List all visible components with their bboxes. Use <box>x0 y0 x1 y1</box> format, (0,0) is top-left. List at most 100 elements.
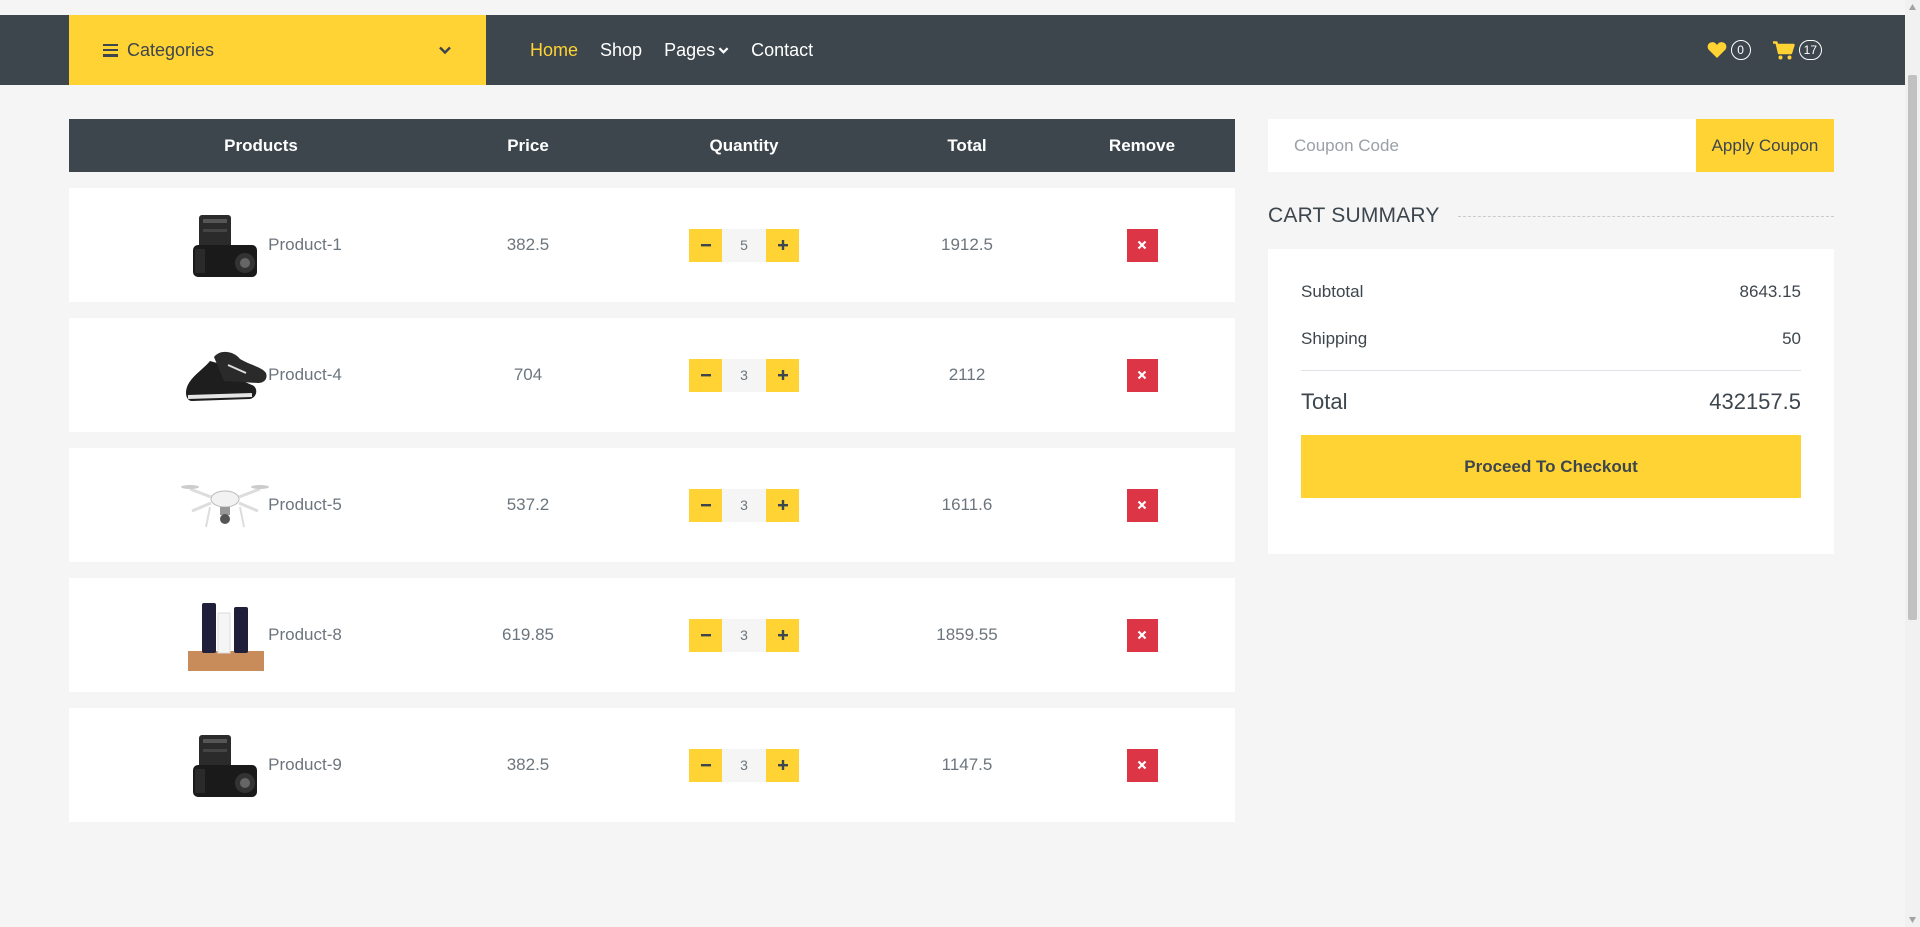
coupon-form: Apply Coupon <box>1268 119 1834 172</box>
product-cell: Product-5 <box>69 465 453 545</box>
proceed-to-checkout-button[interactable]: Proceed To Checkout <box>1301 435 1801 498</box>
plus-icon <box>777 760 788 770</box>
scroll-down-arrow-icon[interactable] <box>1908 916 1917 924</box>
subtotal-value: 8643.15 <box>1739 282 1801 301</box>
remove-item-button[interactable] <box>1126 618 1158 652</box>
scrollbar-thumb[interactable] <box>1908 75 1917 620</box>
remove-item-button[interactable] <box>1126 488 1158 522</box>
close-icon <box>1137 760 1147 770</box>
nav-link-pages[interactable]: Pages <box>664 40 729 61</box>
nav-link-shop[interactable]: Shop <box>600 40 642 61</box>
heart-icon <box>1707 42 1726 58</box>
total-cell: 1147.5 <box>941 755 993 774</box>
close-icon <box>1137 630 1147 640</box>
product-image <box>180 335 270 415</box>
categories-dropdown[interactable]: Categories <box>69 15 486 85</box>
plus-icon <box>777 630 788 640</box>
header-products: Products <box>224 135 298 155</box>
total-cell: 1912.5 <box>941 235 993 254</box>
menu-icon <box>103 43 118 57</box>
nav-actions: 0 17 <box>1707 15 1822 85</box>
plus-icon <box>777 500 788 510</box>
heading-divider <box>1457 215 1834 217</box>
apply-coupon-button[interactable]: Apply Coupon <box>1696 119 1834 172</box>
product-cell: Product-9 <box>69 725 453 805</box>
plus-icon <box>777 370 788 380</box>
chevron-down-icon <box>439 46 451 55</box>
remove-item-button[interactable] <box>1126 358 1158 392</box>
minus-icon <box>700 374 711 377</box>
increase-quantity-button[interactable] <box>766 228 799 262</box>
close-icon <box>1137 240 1147 250</box>
scrollbar[interactable] <box>1905 0 1920 927</box>
close-icon <box>1137 500 1147 510</box>
subtotal-label: Subtotal <box>1301 282 1364 301</box>
product-name: Product-1 <box>268 235 342 254</box>
price-cell: 382.5 <box>506 755 550 774</box>
total-cell: 1859.55 <box>936 625 998 644</box>
cart-summary-heading: CART SUMMARY <box>1268 204 1834 228</box>
increase-quantity-button[interactable] <box>766 358 799 392</box>
navbar: Categories Home Shop Pages Contact 0 17 <box>0 15 1905 85</box>
wishlist-button[interactable]: 0 <box>1707 40 1751 60</box>
product-image <box>180 725 270 805</box>
remove-item-button[interactable] <box>1126 748 1158 782</box>
remove-cell <box>1049 618 1235 652</box>
remove-cell <box>1049 228 1235 262</box>
quantity-input[interactable]: 3 <box>722 748 766 782</box>
table-row: Product-5 537.2 3 1611.6 <box>69 448 1235 562</box>
quantity-input[interactable]: 3 <box>722 358 766 392</box>
price-cell: 619.85 <box>502 625 554 644</box>
quantity-stepper: 5 <box>603 228 885 262</box>
increase-quantity-button[interactable] <box>766 748 799 782</box>
categories-label: Categories <box>127 39 215 60</box>
price-cell: 537.2 <box>506 495 550 514</box>
cart-button[interactable]: 17 <box>1772 40 1822 60</box>
total-cell: 1611.6 <box>941 495 993 514</box>
coupon-code-input[interactable] <box>1268 119 1696 172</box>
decrease-quantity-button[interactable] <box>689 748 722 782</box>
shipping-label: Shipping <box>1301 329 1368 348</box>
product-name: Product-5 <box>268 495 342 514</box>
quantity-input[interactable]: 3 <box>722 618 766 652</box>
increase-quantity-button[interactable] <box>766 488 799 522</box>
wishlist-count-badge: 0 <box>1730 40 1751 60</box>
total-cell: 2112 <box>948 365 986 384</box>
quantity-input[interactable]: 3 <box>722 488 766 522</box>
price-cell: 704 <box>513 365 543 384</box>
main-nav: Home Shop Pages Contact <box>530 15 813 85</box>
remove-cell <box>1049 488 1235 522</box>
increase-quantity-button[interactable] <box>766 618 799 652</box>
quantity-stepper: 3 <box>603 488 885 522</box>
cart-table: Products Price Quantity Total Remove Pro… <box>69 119 1235 822</box>
decrease-quantity-button[interactable] <box>689 228 722 262</box>
product-cell: Product-1 <box>69 205 453 285</box>
product-name: Product-9 <box>268 755 342 774</box>
total-label: Total <box>1301 389 1348 414</box>
remove-item-button[interactable] <box>1126 228 1158 262</box>
decrease-quantity-button[interactable] <box>689 488 722 522</box>
nav-link-contact[interactable]: Contact <box>751 40 813 61</box>
decrease-quantity-button[interactable] <box>689 358 722 392</box>
quantity-input[interactable]: 5 <box>722 228 766 262</box>
cart-summary-title: CART SUMMARY <box>1268 204 1440 227</box>
quantity-stepper: 3 <box>603 358 885 392</box>
top-strip <box>0 0 1905 15</box>
table-row: Product-1 382.5 5 1912.5 <box>69 188 1235 302</box>
decrease-quantity-button[interactable] <box>689 618 722 652</box>
table-header: Products Price Quantity Total Remove <box>69 119 1235 172</box>
chevron-down-icon <box>718 46 729 54</box>
cart-count-badge: 17 <box>1798 40 1822 60</box>
table-row: Product-8 619.85 3 1859.55 <box>69 578 1235 692</box>
cart-summary: Subtotal 8643.15 Shipping 50 Total 43215… <box>1268 249 1834 554</box>
nav-link-home[interactable]: Home <box>530 40 578 61</box>
shipping-row: Shipping 50 <box>1301 329 1801 349</box>
minus-icon <box>700 764 711 767</box>
product-name: Product-4 <box>268 365 342 384</box>
product-image <box>180 595 270 675</box>
scroll-up-arrow-icon[interactable] <box>1908 3 1917 11</box>
product-cell: Product-4 <box>69 335 453 415</box>
header-total: Total <box>947 135 987 155</box>
product-name: Product-8 <box>268 625 342 644</box>
shipping-value: 50 <box>1782 329 1801 348</box>
